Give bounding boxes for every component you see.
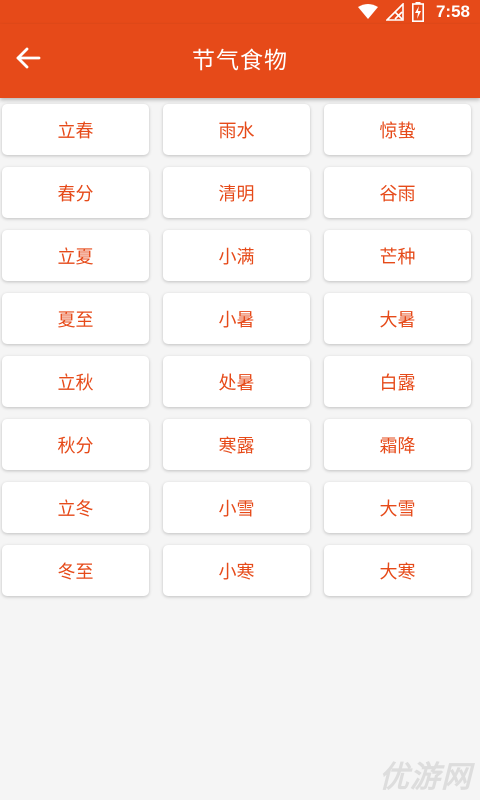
- page-title: 节气食物: [192, 48, 288, 74]
- term-button[interactable]: 霜降: [324, 419, 471, 470]
- term-button[interactable]: 立冬: [2, 482, 149, 533]
- status-icons: 7:58: [357, 0, 470, 24]
- arrow-left-icon: [15, 45, 41, 75]
- wifi-icon: [357, 4, 378, 20]
- term-button[interactable]: 小满: [163, 230, 310, 281]
- term-button[interactable]: 秋分: [2, 419, 149, 470]
- app-screen: 7:58 节气食物 立春 雨水 惊蛰 春分 清明 谷雨 立夏 小满 芒种 夏至 …: [0, 0, 480, 800]
- term-button[interactable]: 清明: [163, 167, 310, 218]
- status-clock: 7:58: [435, 2, 470, 21]
- term-button[interactable]: 雨水: [163, 104, 310, 155]
- term-button[interactable]: 大寒: [324, 545, 471, 596]
- no-signal-icon: [385, 3, 404, 21]
- status-bar: 7:58: [0, 0, 480, 24]
- term-button[interactable]: 立秋: [2, 356, 149, 407]
- term-button[interactable]: 大暑: [324, 293, 471, 344]
- term-button[interactable]: 谷雨: [324, 167, 471, 218]
- term-button[interactable]: 处暑: [163, 356, 310, 407]
- term-button[interactable]: 白露: [324, 356, 471, 407]
- term-button[interactable]: 立夏: [2, 230, 149, 281]
- term-button[interactable]: 冬至: [2, 545, 149, 596]
- term-button[interactable]: 春分: [2, 167, 149, 218]
- term-button[interactable]: 大雪: [324, 482, 471, 533]
- term-button[interactable]: 小寒: [163, 545, 310, 596]
- term-button[interactable]: 寒露: [163, 419, 310, 470]
- back-button[interactable]: [8, 40, 48, 80]
- term-button[interactable]: 立春: [2, 104, 149, 155]
- term-button[interactable]: 小雪: [163, 482, 310, 533]
- term-button[interactable]: 夏至: [2, 293, 149, 344]
- app-bar: 节气食物: [0, 24, 480, 98]
- battery-charging-icon: [411, 2, 424, 22]
- watermark: 优游网: [379, 760, 472, 795]
- term-button[interactable]: 芒种: [324, 230, 471, 281]
- term-button[interactable]: 惊蛰: [324, 104, 471, 155]
- solar-term-grid: 立春 雨水 惊蛰 春分 清明 谷雨 立夏 小满 芒种 夏至 小暑 大暑 立秋 处…: [2, 104, 478, 596]
- term-button[interactable]: 小暑: [163, 293, 310, 344]
